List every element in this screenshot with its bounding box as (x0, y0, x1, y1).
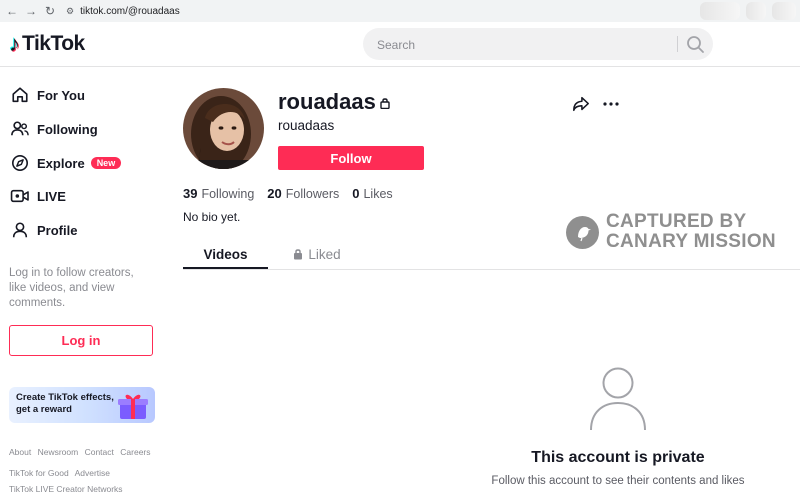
sidebar-item-label: Explore (37, 155, 85, 171)
gift-icon (114, 391, 152, 421)
profile-stats: 39 Following 20 Followers 0 Likes (183, 186, 406, 201)
site-header: ♪ TikTok (0, 22, 800, 67)
address-bar[interactable]: ⚙ tiktok.com/@rouadaas (66, 2, 180, 20)
person-icon (10, 220, 30, 240)
search-bar (363, 28, 713, 62)
sidebar-item-label: Following (37, 121, 98, 137)
watermark-line-1: CAPTURED BY (606, 211, 747, 232)
users-icon (10, 119, 30, 139)
following-label: Following (201, 186, 255, 201)
likes-label: Likes (363, 186, 393, 201)
sidebar: For You Following Explore New LIVE Profi… (0, 67, 165, 503)
tab-label: Videos (203, 246, 248, 262)
footer-link[interactable]: TikTok LIVE Creator Networks (9, 484, 123, 494)
profile-tabs: Videos Liked (183, 239, 800, 270)
following-stat[interactable]: 39 Following (183, 186, 254, 201)
sidebar-item-following[interactable]: Following (10, 116, 98, 142)
footer-link[interactable]: TikTok for Good (9, 468, 69, 478)
tab-liked[interactable]: Liked (287, 239, 347, 269)
sidebar-item-for-you[interactable]: For You (10, 82, 85, 108)
sidebar-item-label: Profile (37, 222, 78, 238)
arrow-right-icon[interactable]: → (25, 3, 37, 19)
likes-count: 0 (352, 186, 360, 201)
extension-icon[interactable] (700, 2, 740, 20)
footer-links-row-1: About Newsroom Contact Careers (9, 447, 155, 457)
site-settings-icon[interactable]: ⚙ (66, 6, 74, 16)
tiktok-note-icon: ♪ (9, 31, 20, 56)
sidebar-item-label: LIVE (37, 188, 66, 204)
reload-icon[interactable]: ↻ (45, 3, 55, 19)
profile-display-name: rouadaas (278, 118, 335, 133)
followers-count: 20 (267, 186, 282, 201)
effects-banner[interactable]: Create TikTok effects, get a reward (9, 387, 155, 423)
sidebar-item-explore[interactable]: Explore New (10, 150, 122, 176)
footer-link[interactable]: Newsroom (38, 447, 79, 457)
extension-icon[interactable] (746, 2, 766, 20)
followers-label: Followers (285, 186, 340, 201)
footer-links-row-2: TikTok for Good Advertise (9, 468, 114, 478)
followers-stat[interactable]: 20 Followers (267, 186, 339, 201)
sidebar-item-live[interactable]: LIVE (10, 183, 66, 209)
sidebar-item-profile[interactable]: Profile (10, 217, 77, 243)
lock-icon (293, 248, 303, 260)
new-badge: New (90, 157, 122, 169)
private-account-title: This account is private (531, 449, 705, 466)
effects-banner-text: Create TikTok effects, get a reward (16, 392, 114, 415)
private-account-subtitle: Follow this account to see their content… (491, 475, 745, 487)
share-icon[interactable] (572, 95, 590, 113)
footer-link[interactable]: Contact (85, 447, 114, 457)
live-icon (10, 186, 30, 206)
search-divider (677, 36, 678, 52)
search-icon[interactable] (683, 32, 707, 56)
url-text: tiktok.com/@rouadaas (80, 6, 180, 17)
browser-toolbar: ← → ↻ ⚙ tiktok.com/@rouadaas (0, 0, 800, 23)
sidebar-item-label: For You (37, 87, 85, 103)
profile-avatar-icon[interactable] (772, 2, 796, 20)
footer-link[interactable]: About (9, 447, 31, 457)
compass-icon (10, 153, 30, 173)
likes-stat: 0 Likes (352, 186, 392, 201)
follow-button[interactable]: Follow (278, 146, 424, 170)
profile-username: rouadaas (278, 89, 376, 114)
home-icon (10, 85, 30, 105)
following-count: 39 (183, 186, 198, 201)
search-input[interactable] (375, 28, 679, 62)
tab-label: Liked (308, 246, 341, 262)
login-hint: Log in to follow creators, like videos, … (9, 267, 134, 309)
arrow-left-icon[interactable]: ← (6, 3, 18, 19)
avatar (183, 88, 264, 169)
lock-icon (380, 96, 390, 110)
tiktok-logo[interactable]: ♪ TikTok (9, 32, 85, 56)
footer-link[interactable]: Advertise (75, 468, 110, 478)
logo-text: TikTok (22, 32, 85, 55)
profile-bio: No bio yet. (183, 210, 241, 224)
user-icon (588, 366, 648, 432)
active-tab-indicator (183, 267, 268, 269)
more-options-icon[interactable] (602, 95, 620, 113)
footer-link[interactable]: Careers (120, 447, 150, 457)
tab-videos[interactable]: Videos (183, 239, 268, 269)
login-button[interactable]: Log in (9, 325, 153, 356)
footer-links-row-3: TikTok LIVE Creator Networks (9, 484, 127, 494)
